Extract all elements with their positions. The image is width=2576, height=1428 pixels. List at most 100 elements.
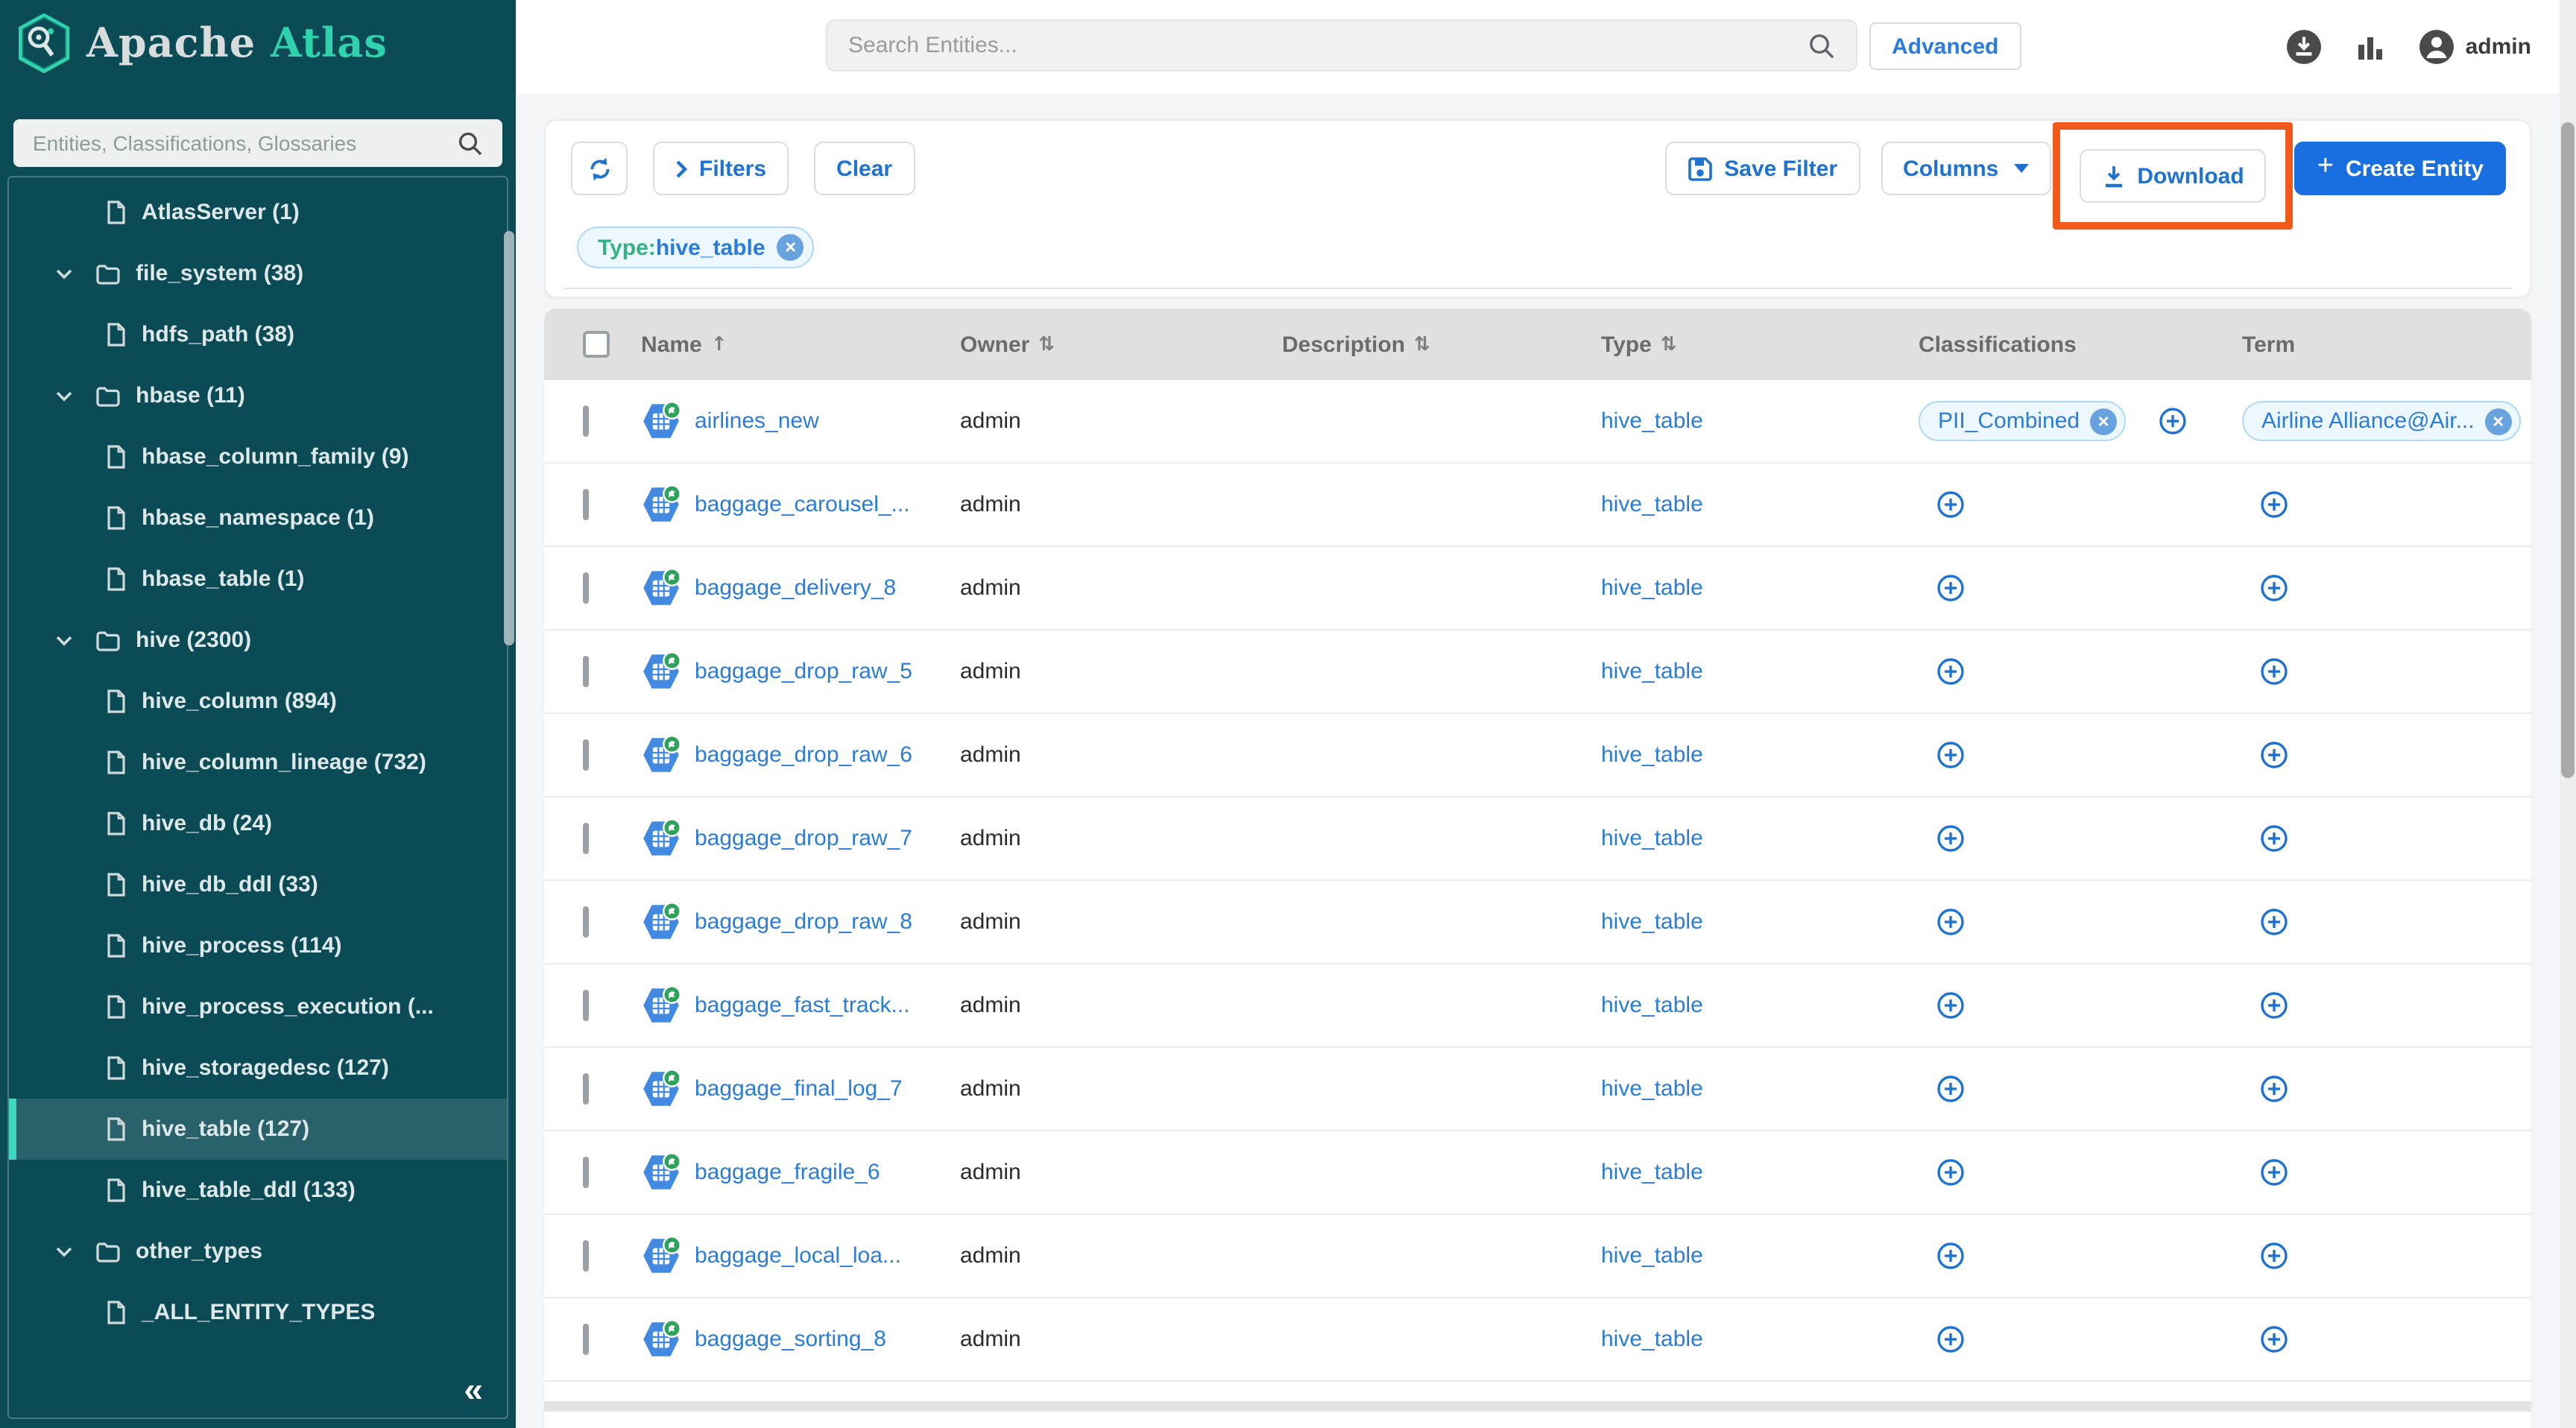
row-checkbox[interactable] bbox=[583, 1324, 589, 1355]
add-icon[interactable] bbox=[2242, 657, 2288, 686]
filters-button[interactable]: Filters bbox=[653, 142, 789, 195]
add-icon[interactable] bbox=[2242, 824, 2288, 853]
tree-item[interactable]: hbase_namespace (1) bbox=[9, 487, 507, 549]
tree-item[interactable]: hbase (11) bbox=[9, 365, 507, 426]
add-icon[interactable] bbox=[2141, 407, 2187, 435]
row-checkbox[interactable] bbox=[583, 823, 589, 854]
type-link[interactable]: hive_table bbox=[1601, 408, 1703, 434]
chevron-down-icon[interactable] bbox=[55, 634, 76, 646]
advanced-search-button[interactable]: Advanced bbox=[1869, 22, 2021, 70]
column-header-owner[interactable]: Owner⇅ bbox=[960, 332, 1282, 357]
tree-item[interactable]: hbase_column_family (9) bbox=[9, 426, 507, 487]
refresh-button[interactable] bbox=[571, 142, 628, 195]
entity-name-link[interactable]: baggage_fast_track... bbox=[695, 993, 910, 1018]
page-scrollbar-track[interactable] bbox=[2560, 0, 2576, 1428]
row-checkbox[interactable] bbox=[583, 405, 589, 437]
tree-item[interactable]: hive_db_ddl (33) bbox=[9, 854, 507, 915]
tree-item[interactable]: AtlasServer (1) bbox=[9, 182, 507, 243]
tree-item[interactable]: _ALL_ENTITY_TYPES bbox=[9, 1282, 507, 1343]
add-icon[interactable] bbox=[1919, 741, 1965, 769]
row-checkbox[interactable] bbox=[583, 1157, 589, 1188]
entity-name-link[interactable]: baggage_delivery_8 bbox=[695, 575, 896, 601]
add-icon[interactable] bbox=[1919, 574, 1965, 602]
tree-item[interactable]: hdfs_path (38) bbox=[9, 304, 507, 365]
column-header-name[interactable]: Name↑ bbox=[641, 332, 960, 357]
row-checkbox[interactable] bbox=[583, 990, 589, 1021]
tree-item[interactable]: hive_column (894) bbox=[9, 671, 507, 732]
type-link[interactable]: hive_table bbox=[1601, 1243, 1703, 1269]
entity-name-link[interactable]: airlines_new bbox=[695, 408, 819, 434]
tag-chip[interactable]: PII_Combined × bbox=[1919, 401, 2126, 441]
tree-item[interactable]: hive (2300) bbox=[9, 610, 507, 671]
type-link[interactable]: hive_table bbox=[1601, 826, 1703, 851]
row-checkbox[interactable] bbox=[583, 1240, 589, 1271]
search-icon[interactable] bbox=[1808, 32, 1835, 59]
add-icon[interactable] bbox=[1919, 657, 1965, 686]
column-header-type[interactable]: Type⇅ bbox=[1601, 332, 1919, 357]
add-icon[interactable] bbox=[1919, 1242, 1965, 1270]
add-icon[interactable] bbox=[2242, 574, 2288, 602]
type-link[interactable]: hive_table bbox=[1601, 1160, 1703, 1185]
type-link[interactable]: hive_table bbox=[1601, 659, 1703, 684]
sidebar-collapse-button[interactable]: « bbox=[464, 1373, 483, 1407]
clear-button[interactable]: Clear bbox=[814, 142, 915, 195]
row-checkbox[interactable] bbox=[583, 572, 589, 604]
tree-item[interactable]: file_system (38) bbox=[9, 243, 507, 304]
type-link[interactable]: hive_table bbox=[1601, 1327, 1703, 1352]
page-scrollbar-thumb[interactable] bbox=[2561, 122, 2575, 778]
add-icon[interactable] bbox=[2242, 908, 2288, 936]
horizontal-scrollbar[interactable] bbox=[544, 1401, 2531, 1412]
entity-name-link[interactable]: baggage_local_loa... bbox=[695, 1243, 901, 1269]
add-icon[interactable] bbox=[2242, 991, 2288, 1020]
download-button[interactable]: Download bbox=[2079, 149, 2266, 203]
chevron-down-icon[interactable] bbox=[55, 390, 76, 402]
tree-item[interactable]: other_types bbox=[9, 1221, 507, 1282]
row-checkbox[interactable] bbox=[583, 1073, 589, 1105]
tree-item[interactable]: hive_column_lineage (732) bbox=[9, 732, 507, 793]
select-all-checkbox[interactable] bbox=[583, 331, 610, 358]
remove-tag-icon[interactable]: × bbox=[2485, 408, 2512, 435]
row-checkbox[interactable] bbox=[583, 656, 589, 687]
sidebar-scrollbar[interactable] bbox=[504, 231, 514, 645]
tree-item[interactable]: hive_table (127) bbox=[9, 1099, 507, 1160]
entity-name-link[interactable]: baggage_drop_raw_6 bbox=[695, 742, 912, 768]
term-chip[interactable]: Airline Alliance@Air... × bbox=[2242, 401, 2521, 441]
row-checkbox[interactable] bbox=[583, 739, 589, 771]
chevron-down-icon[interactable] bbox=[55, 1245, 76, 1257]
create-entity-button[interactable]: + Create Entity bbox=[2295, 142, 2506, 195]
column-header-description[interactable]: Description⇅ bbox=[1282, 332, 1601, 357]
add-icon[interactable] bbox=[2242, 1325, 2288, 1353]
app-logo[interactable]: Apache Atlas bbox=[18, 13, 388, 73]
type-link[interactable]: hive_table bbox=[1601, 742, 1703, 768]
add-icon[interactable] bbox=[2242, 490, 2288, 519]
type-link[interactable]: hive_table bbox=[1601, 492, 1703, 517]
tree-item[interactable]: hive_process_execution (... bbox=[9, 976, 507, 1037]
entity-name-link[interactable]: baggage_drop_raw_8 bbox=[695, 909, 912, 935]
sidebar-search-input[interactable] bbox=[13, 131, 458, 155]
save-filter-button[interactable]: Save Filter bbox=[1664, 142, 1860, 195]
add-icon[interactable] bbox=[1919, 991, 1965, 1020]
add-icon[interactable] bbox=[2242, 1242, 2288, 1270]
add-icon[interactable] bbox=[2242, 1075, 2288, 1103]
add-icon[interactable] bbox=[2242, 1158, 2288, 1187]
type-link[interactable]: hive_table bbox=[1601, 1076, 1703, 1102]
type-link[interactable]: hive_table bbox=[1601, 575, 1703, 601]
entity-name-link[interactable]: baggage_drop_raw_5 bbox=[695, 659, 912, 684]
tree-item[interactable]: hbase_table (1) bbox=[9, 549, 507, 610]
search-icon[interactable] bbox=[458, 130, 483, 156]
add-icon[interactable] bbox=[1919, 1075, 1965, 1103]
remove-filter-icon[interactable]: × bbox=[777, 234, 804, 261]
columns-button[interactable]: Columns bbox=[1881, 142, 2051, 195]
entity-name-link[interactable]: baggage_drop_raw_7 bbox=[695, 826, 912, 851]
add-icon[interactable] bbox=[1919, 490, 1965, 519]
type-link[interactable]: hive_table bbox=[1601, 993, 1703, 1018]
row-checkbox[interactable] bbox=[583, 489, 589, 520]
entity-name-link[interactable]: baggage_final_log_7 bbox=[695, 1076, 903, 1102]
chevron-down-icon[interactable] bbox=[55, 268, 76, 279]
entity-name-link[interactable]: baggage_fragile_6 bbox=[695, 1160, 880, 1185]
remove-tag-icon[interactable]: × bbox=[2090, 408, 2117, 435]
entity-name-link[interactable]: baggage_sorting_8 bbox=[695, 1327, 886, 1352]
entity-name-link[interactable]: baggage_carousel_... bbox=[695, 492, 910, 517]
downloads-icon[interactable] bbox=[2285, 28, 2323, 66]
tree-item[interactable]: hive_db (24) bbox=[9, 793, 507, 854]
